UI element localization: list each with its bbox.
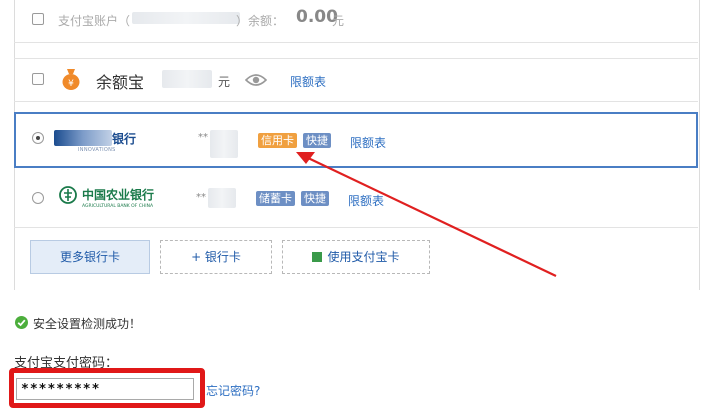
annotation-arrow-icon xyxy=(296,152,557,277)
